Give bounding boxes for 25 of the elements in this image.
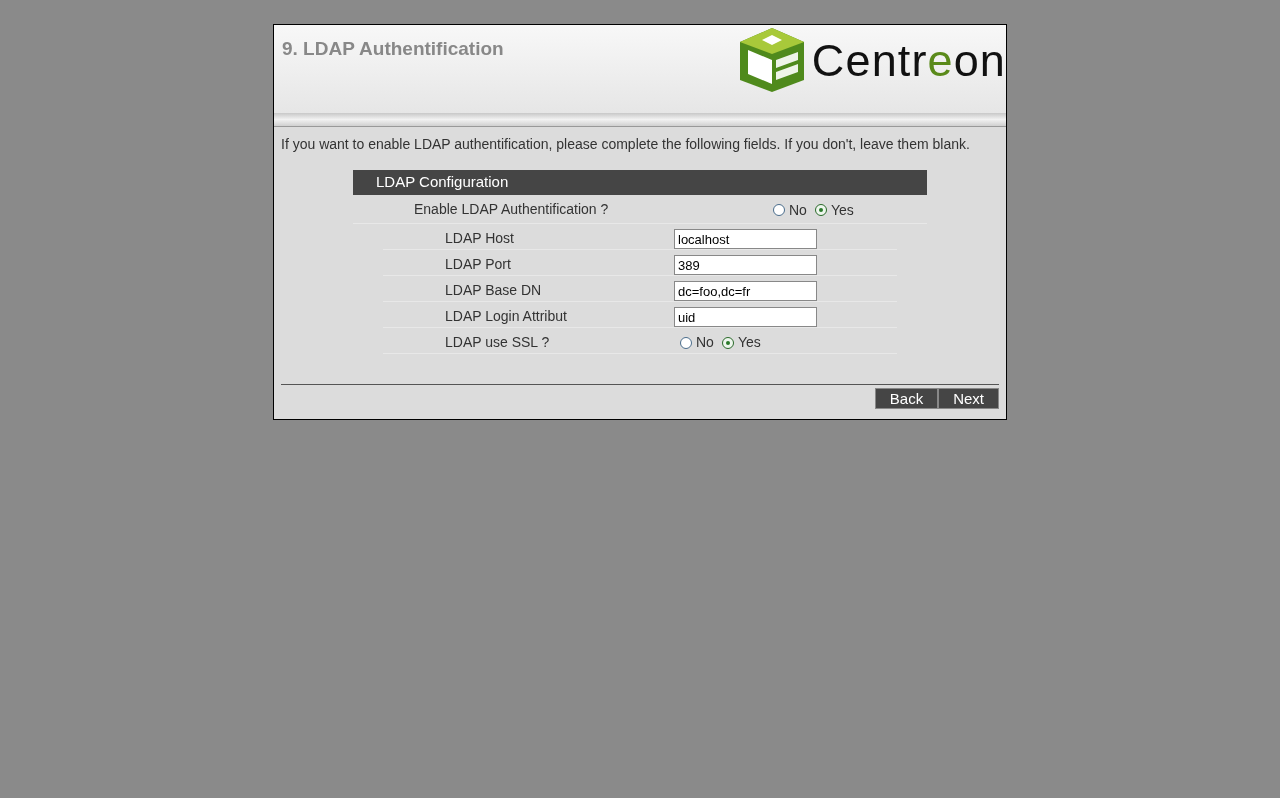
radio-label: No (789, 200, 807, 220)
field-label: LDAP Base DN (444, 281, 543, 300)
page-title: 9. LDAP Authentification (282, 37, 504, 61)
radio-button[interactable] (773, 204, 785, 216)
nav-button[interactable]: Back (874, 388, 939, 409)
text-field[interactable]: localhost (674, 229, 817, 249)
radio-button[interactable] (721, 336, 734, 349)
field-label: LDAP use SSL ? (444, 333, 551, 352)
field-label: LDAP Login Attribut (444, 307, 568, 326)
logo-text: Centreon (811, 37, 1006, 83)
radio-button[interactable] (680, 336, 692, 349)
text-field[interactable]: 389 (674, 255, 817, 275)
cube-logo-icon (737, 26, 806, 94)
nav-button[interactable]: Next (938, 388, 999, 409)
field-label: Enable LDAP Authentification ? (413, 200, 610, 219)
field-label: LDAP Host (444, 229, 515, 248)
intro-text: If you want to enable LDAP authentification, please complete the following fields. If you don't, leave them blank. (280, 135, 971, 154)
radio-label: Yes (830, 200, 854, 220)
radio-label: No (696, 333, 714, 352)
text-field[interactable]: dc=foo,dc=fr (674, 281, 817, 301)
text-field[interactable]: uid (674, 307, 817, 327)
field-label: LDAP Port (444, 255, 512, 274)
radio-button[interactable] (814, 204, 827, 216)
radio-label: Yes (737, 333, 761, 352)
section-header: LDAP Configuration (353, 170, 927, 195)
